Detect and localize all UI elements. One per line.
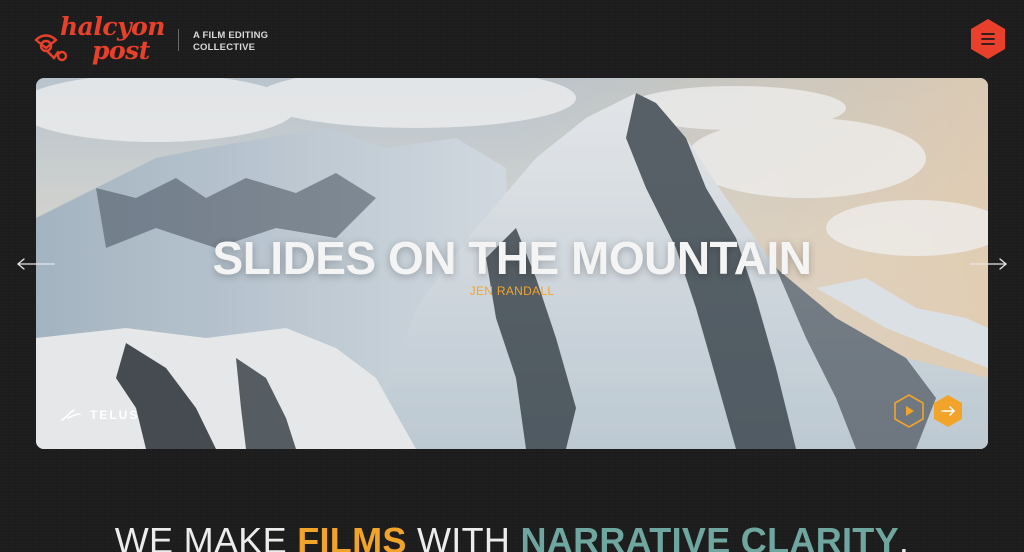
slide-next-button[interactable] <box>931 394 965 428</box>
menu-button[interactable] <box>969 18 1007 60</box>
play-icon <box>894 394 924 428</box>
section-headline: WE MAKE FILMS WITH NARRATIVE CLARITY. <box>0 520 1024 552</box>
arrow-right-icon <box>934 395 962 427</box>
headline-text-3: . <box>898 520 910 552</box>
header-divider <box>178 29 179 51</box>
sponsor-logo: TELUS <box>60 408 139 422</box>
hero-subtitle: JEN RANDALL <box>469 284 555 298</box>
headline-accent-narrative: NARRATIVE CLARITY <box>520 520 899 552</box>
hero-title: SLIDES ON THE MOUNTAIN <box>212 232 812 284</box>
tagline-line-2: COLLECTIVE <box>193 42 256 53</box>
carousel-prev-button[interactable] <box>16 256 56 272</box>
arrow-right-icon <box>969 258 1008 270</box>
arrow-left-icon <box>16 258 55 270</box>
headline-accent-films: FILMS <box>297 520 407 552</box>
sponsor-name: TELUS <box>90 408 140 422</box>
logo-text-post: post <box>92 36 150 65</box>
hero-slide[interactable]: SLIDES ON THE MOUNTAIN JEN RANDALL TELUS <box>36 78 988 449</box>
play-button[interactable] <box>892 394 926 428</box>
headline-text-2: WITH <box>406 520 521 552</box>
tagline: A FILM EDITING COLLECTIVE <box>193 30 268 54</box>
hamburger-icon <box>971 19 1005 59</box>
telus-mark-icon <box>61 409 81 421</box>
headline-text-1: WE MAKE <box>114 520 298 552</box>
carousel-next-button[interactable] <box>968 256 1008 272</box>
brand-logo[interactable]: halcyon post <box>34 12 166 70</box>
tagline-line-1: A FILM EDITING <box>193 30 269 41</box>
